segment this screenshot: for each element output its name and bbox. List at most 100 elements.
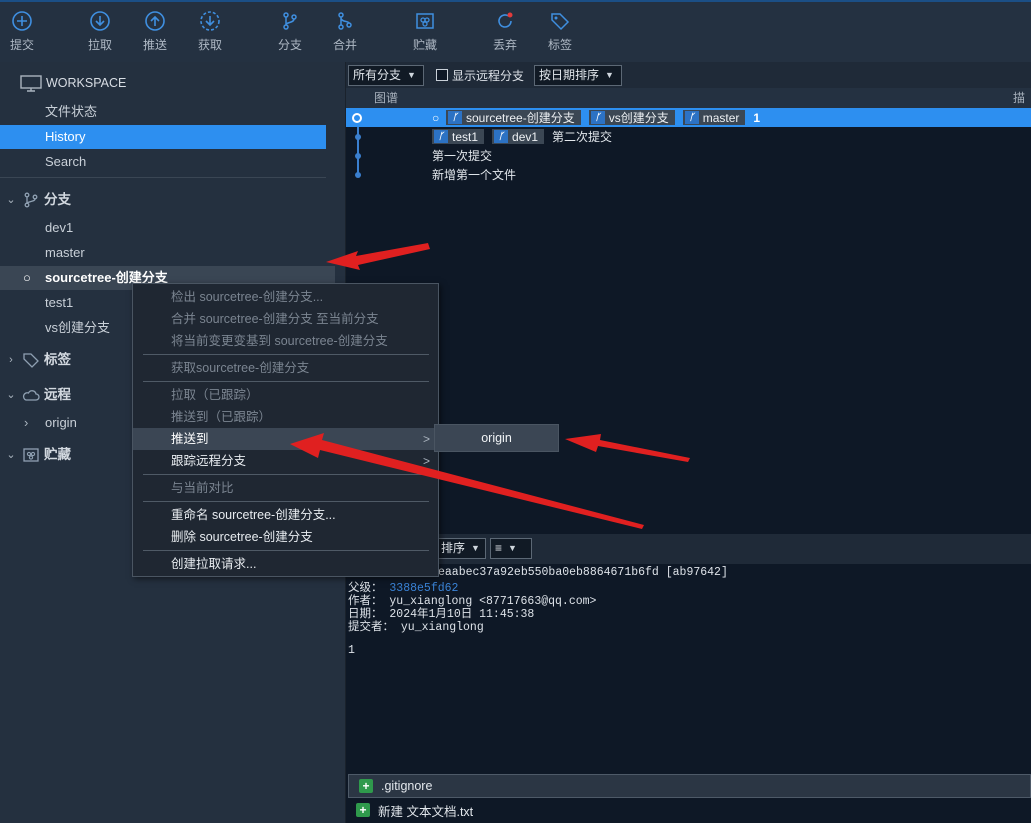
graph-column-header[interactable]: 图谱 — [374, 88, 398, 108]
current-branch-icon: ○ — [23, 270, 31, 285]
sidebar-item-branch-dev1[interactable]: dev1 — [0, 216, 326, 240]
menu-item-rebase[interactable]: 将当前变更变基到 sourcetree-创建分支 — [133, 330, 438, 352]
menu-item-pull-tracked[interactable]: 拉取（已跟踪） — [133, 384, 438, 406]
menu-item-push-to[interactable]: 推送到 > — [133, 428, 438, 450]
sidebar-item-history[interactable]: History — [0, 125, 326, 149]
branch-tag[interactable]: ᚴ test1 — [432, 129, 485, 144]
tag-button[interactable]: 标签 — [538, 10, 582, 53]
branches-section-header[interactable]: ⌄ 分支 — [0, 188, 71, 212]
commit-row[interactable]: ᚴ test1 ᚴ dev1 第二次提交 — [346, 127, 1031, 146]
fetch-button[interactable]: 获取 — [188, 10, 232, 53]
branch-filter-select[interactable]: 所有分支 ▼ — [348, 64, 424, 86]
stash-icon — [414, 10, 436, 32]
menu-item-checkout[interactable]: 检出 sourcetree-创建分支... — [133, 286, 438, 308]
commit-node — [355, 133, 361, 140]
commit-row[interactable]: ○ ᚴ sourcetree-创建分支 ᚴ vs创建分支 ᚴ master 1 — [346, 108, 1031, 127]
workspace-label: WORKSPACE — [46, 76, 127, 90]
file-name: 新建 文本文档.txt — [378, 804, 474, 819]
checkbox-box[interactable] — [436, 69, 448, 81]
view-mode-select[interactable]: ≡ ▼ — [490, 538, 532, 559]
commit-button[interactable]: 提交 — [0, 10, 44, 53]
commit-hash: eaabec37a92eb550ba0eb8864671b6fd [ab9764… — [438, 566, 728, 579]
chevron-down-icon: ▼ — [471, 543, 480, 553]
menu-item-fetch[interactable]: 获取sourcetree-创建分支 — [133, 357, 438, 379]
branch-icon: ᚴ — [494, 130, 509, 143]
commit-node — [355, 171, 361, 178]
menu-separator — [143, 354, 429, 355]
menu-item-create-pr[interactable]: 创建拉取请求... — [133, 553, 438, 575]
tags-section-header[interactable]: › 标签 — [0, 348, 71, 372]
branch-icon: ᚴ — [590, 111, 605, 124]
menu-item-label: 跟踪远程分支 — [171, 454, 247, 468]
pull-button[interactable]: 拉取 — [78, 10, 122, 53]
branch-tag[interactable]: ᚴ dev1 — [492, 129, 545, 144]
branch-tag-label: sourcetree-创建分支 — [466, 111, 575, 125]
menu-item-track-remote[interactable]: 跟踪远程分支 > — [133, 450, 438, 472]
remotes-label: 远程 — [44, 387, 71, 402]
menu-item-delete[interactable]: 删除 sourcetree-创建分支 — [133, 526, 438, 548]
desc-column-header[interactable]: 描 — [1013, 88, 1025, 108]
chevron-right-icon: › — [24, 415, 29, 430]
menu-item-push-tracked[interactable]: 推送到（已跟踪） — [133, 406, 438, 428]
merge-button[interactable]: 合并 — [323, 10, 367, 53]
push-to-submenu: origin — [434, 424, 559, 452]
branch-button[interactable]: 分支 — [268, 10, 312, 53]
branch-context-menu: 检出 sourcetree-创建分支... 合并 sourcetree-创建分支… — [132, 283, 439, 577]
details-toolbar: 排序 ▼ ≡ ▼ — [346, 534, 1031, 564]
menu-separator — [143, 501, 429, 502]
menu-item-rename[interactable]: 重命名 sourcetree-创建分支... — [133, 504, 438, 526]
branch-tag-label: vs创建分支 — [608, 111, 669, 125]
commit-details-panel: 排序 ▼ ≡ ▼ eaabec37a92eb550ba0eb8864671b6fd … — [346, 534, 1031, 823]
sort-value: 按日期排序 — [539, 67, 600, 82]
menu-separator — [143, 474, 429, 475]
branch-tag[interactable]: ᚴ vs创建分支 — [588, 110, 675, 125]
show-remote-checkbox[interactable]: 显示远程分支 — [436, 67, 524, 84]
commit-message: 第一次提交 — [432, 149, 493, 163]
added-file-icon: + — [356, 803, 370, 817]
branch-filter-value: 所有分支 — [353, 67, 402, 82]
push-label: 推送 — [142, 38, 167, 52]
committer-label: 提交者： — [348, 621, 394, 634]
committer-value: yu_xianglong — [400, 621, 484, 634]
sort-select[interactable]: 按日期排序 ▼ — [534, 64, 623, 86]
tags-label: 标签 — [44, 352, 71, 367]
remotes-section-header[interactable]: ⌄ 远程 — [0, 383, 71, 407]
menu-item-merge[interactable]: 合并 sourcetree-创建分支 至当前分支 — [133, 308, 438, 330]
push-button[interactable]: 推送 — [133, 10, 177, 53]
stash-label: 贮藏 — [412, 38, 437, 52]
branch-tag-label: master — [702, 110, 740, 125]
chevron-down-icon: ▼ — [605, 69, 614, 80]
fetch-label: 获取 — [197, 38, 222, 52]
file-row[interactable]: + 新建 文本文档.txt — [346, 798, 1031, 822]
commit-label: 提交 — [9, 38, 34, 52]
branch-tag-label: dev1 — [512, 129, 539, 144]
discard-button[interactable]: 丢弃 — [483, 10, 527, 53]
stash-section-header[interactable]: ⌄ 贮藏 — [0, 443, 71, 467]
commit-row[interactable]: 第一次提交 — [346, 146, 1031, 165]
stash-button[interactable]: 贮藏 — [403, 10, 447, 53]
commit-row[interactable]: 新增第一个文件 — [346, 165, 1031, 184]
menu-separator — [143, 550, 429, 551]
fetch-icon — [199, 10, 221, 32]
file-row[interactable]: + .gitignore — [348, 774, 1031, 798]
commit-tags: ᚴ test1 ᚴ dev1 第二次提交 — [432, 128, 612, 145]
submenu-item-origin[interactable]: origin — [435, 425, 558, 451]
arrow-down-circle-icon — [89, 10, 111, 32]
branch-tag[interactable]: ᚴ sourcetree-创建分支 — [446, 110, 581, 125]
details-sort-select[interactable]: 排序 ▼ — [436, 538, 486, 559]
sidebar-item-label: origin — [45, 415, 77, 430]
branch-tag[interactable]: ᚴ master — [682, 110, 746, 125]
chevron-right-icon: > — [422, 432, 430, 446]
sidebar-item-search[interactable]: Search — [0, 150, 326, 174]
chevron-down-icon: ⌄ — [6, 389, 16, 401]
sidebar-item-branch-master[interactable]: master — [0, 241, 326, 265]
menu-item-diff[interactable]: 与当前对比 — [133, 477, 438, 499]
chevron-down-icon: ▼ — [508, 543, 517, 553]
branch-icon: ᚴ — [448, 111, 462, 124]
discard-icon — [494, 10, 516, 32]
stash-icon — [23, 448, 39, 462]
sidebar-item-file-status[interactable]: 文件状态 — [0, 100, 326, 124]
filter-bar: 所有分支 ▼ 显示远程分支 按日期排序 ▼ — [346, 62, 1031, 88]
sourcetree-window: 提交 拉取 推送 获取 分支 合并 贮藏 丢弃 标签 WORKSPACE 文件状… — [0, 0, 1031, 823]
commit-node — [352, 112, 362, 123]
